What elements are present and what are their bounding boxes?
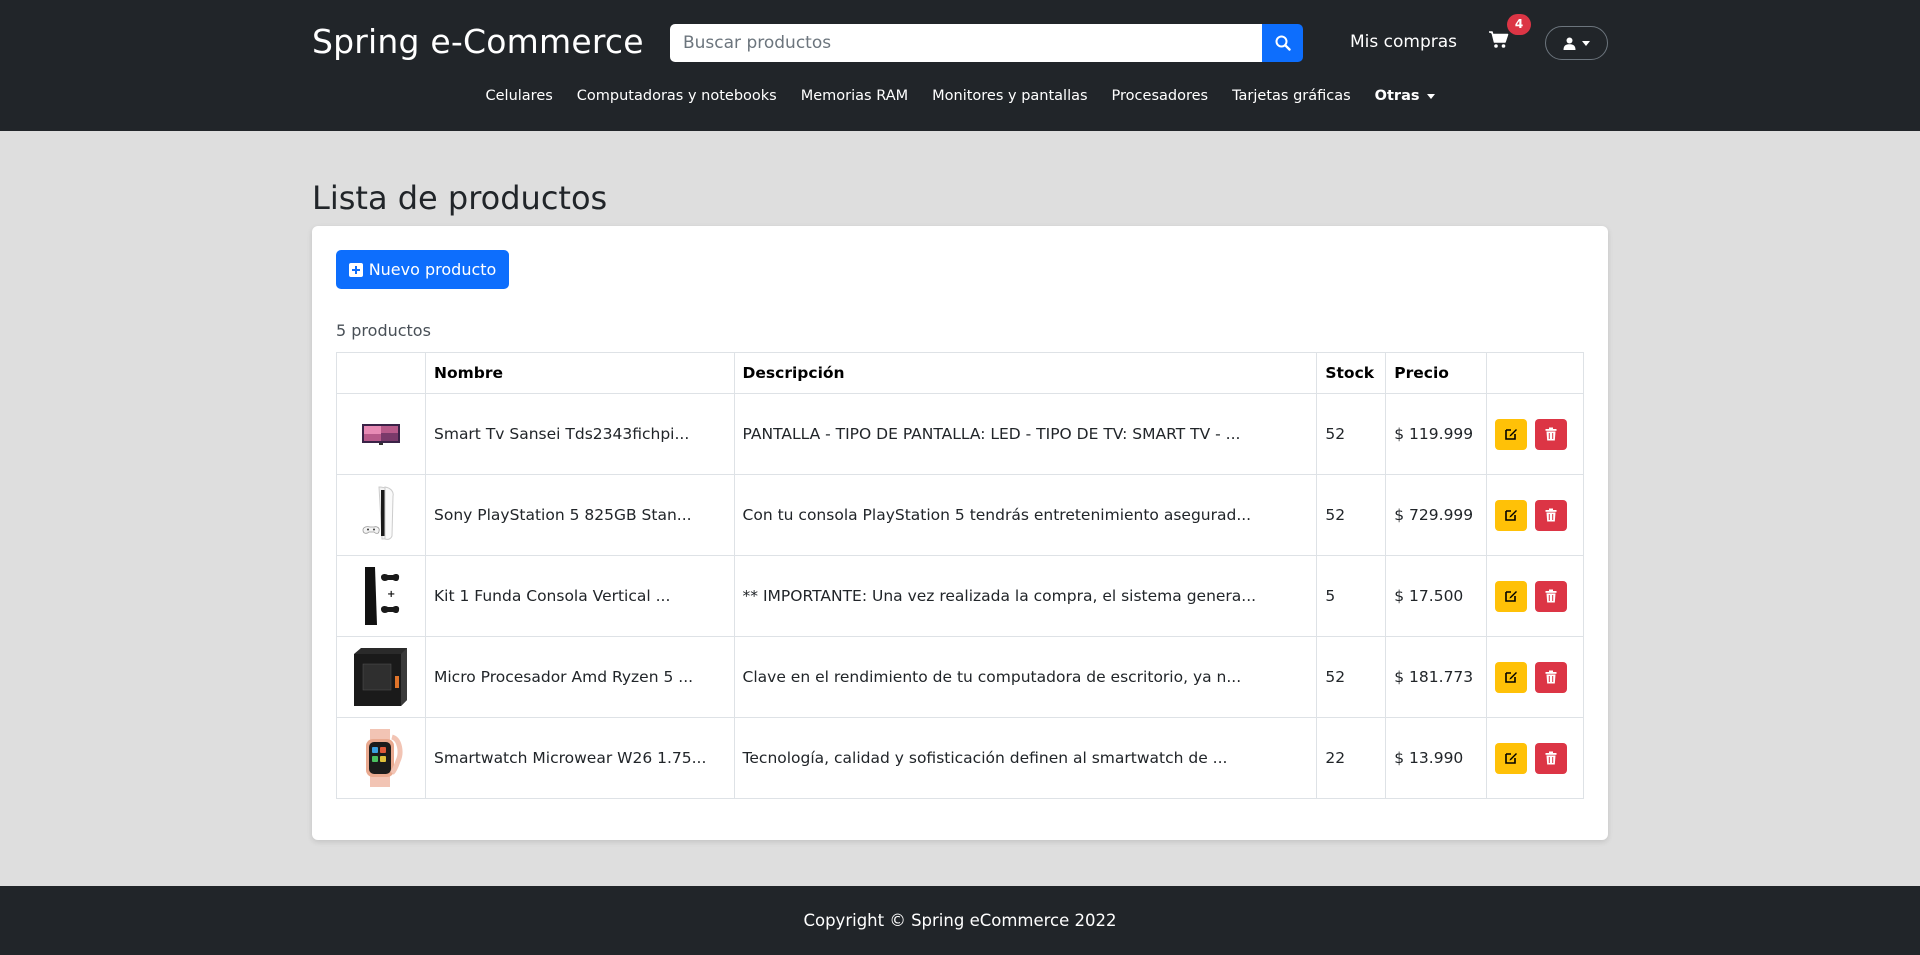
- product-description: Tecnología, calidad y sofisticación defi…: [733, 717, 1318, 799]
- edit-icon: [1505, 591, 1518, 602]
- delete-button[interactable]: [1535, 499, 1568, 531]
- product-name: Kit 1 Funda Consola Vertical ...: [425, 555, 735, 637]
- brand-logo[interactable]: Spring e-Commerce: [312, 20, 644, 64]
- edit-button[interactable]: [1495, 742, 1528, 774]
- delete-button[interactable]: [1535, 580, 1568, 612]
- product-price: $ 729.999: [1385, 474, 1488, 556]
- table-row: Micro Procesador Amd Ryzen 5 ... Clave e…: [336, 636, 1584, 718]
- product-description: PANTALLA - TIPO DE PANTALLA: LED - TIPO …: [733, 393, 1318, 475]
- new-product-label: Nuevo producto: [368, 260, 497, 279]
- search-bar: [670, 24, 1303, 62]
- product-name: Sony PlayStation 5 825GB Stan...: [425, 474, 735, 556]
- header-descripcion: Descripción: [733, 352, 1318, 394]
- cart-button[interactable]: [1488, 30, 1512, 54]
- trash-icon: [1545, 508, 1557, 522]
- playstation-image: [338, 476, 425, 555]
- smartwatch-image: [338, 719, 425, 798]
- delete-button[interactable]: [1535, 661, 1568, 693]
- delete-button[interactable]: [1535, 742, 1568, 774]
- table-row: Smartwatch Microwear W26 1.75... Tecnolo…: [336, 717, 1584, 799]
- edit-icon: [1505, 510, 1518, 521]
- category-otras-label: Otras: [1374, 88, 1420, 104]
- product-name: Micro Procesador Amd Ryzen 5 ...: [425, 636, 735, 718]
- top-navbar: Spring e-Commerce Mis compras 4 Celulare…: [0, 0, 1920, 131]
- product-price: $ 17.500: [1385, 555, 1488, 637]
- product-description: Con tu consola PlayStation 5 tendrás ent…: [733, 474, 1318, 556]
- edit-icon: [1505, 429, 1518, 440]
- header-precio: Precio: [1385, 352, 1488, 394]
- cart-icon: [1489, 31, 1509, 48]
- edit-button[interactable]: [1495, 661, 1528, 693]
- trash-icon: [1545, 589, 1557, 603]
- table-row: + Kit 1 Funda Consola Vertical ... ** IM…: [336, 555, 1584, 637]
- product-stock: 52: [1316, 636, 1387, 718]
- plus-square-icon: [348, 262, 363, 277]
- footer: Copyright © Spring eCommerce 2022: [0, 886, 1920, 955]
- edit-icon: [1505, 672, 1518, 683]
- header-nombre: Nombre: [425, 352, 735, 394]
- header-actions: [1486, 352, 1584, 394]
- copyright-text: Copyright © Spring eCommerce 2022: [803, 911, 1117, 930]
- product-price: $ 13.990: [1385, 717, 1488, 799]
- edit-button[interactable]: [1495, 418, 1528, 450]
- product-stock: 22: [1316, 717, 1387, 799]
- table-header-row: Nombre Descripción Stock Precio: [336, 352, 1584, 394]
- search-input[interactable]: [670, 24, 1262, 62]
- category-computadoras[interactable]: Computadoras y notebooks: [565, 84, 789, 108]
- mis-compras-link[interactable]: Mis compras: [1350, 30, 1457, 54]
- trash-icon: [1545, 751, 1557, 765]
- processor-box-image: [338, 638, 425, 717]
- product-name: Smartwatch Microwear W26 1.75...: [425, 717, 735, 799]
- trash-icon: [1545, 670, 1557, 684]
- table-row: Smart Tv Sansei Tds2343fichpi... PANTALL…: [336, 393, 1584, 475]
- product-price: $ 181.773: [1385, 636, 1488, 718]
- console-case-image: +: [338, 557, 425, 636]
- edit-button[interactable]: [1495, 499, 1528, 531]
- user-icon: [1563, 37, 1576, 50]
- chevron-down-icon: [1426, 93, 1435, 99]
- edit-icon: [1505, 753, 1518, 764]
- search-button[interactable]: [1262, 24, 1303, 62]
- product-description: ** IMPORTANTE: Una vez realizada la comp…: [733, 555, 1318, 637]
- product-price: $ 119.999: [1385, 393, 1488, 475]
- category-celulares[interactable]: Celulares: [474, 84, 565, 108]
- products-card: Nuevo producto 5 productos Nombre Descri…: [312, 226, 1608, 840]
- product-stock: 5: [1316, 555, 1387, 637]
- product-stock: 52: [1316, 474, 1387, 556]
- trash-icon: [1545, 427, 1557, 441]
- category-monitores[interactable]: Monitores y pantallas: [920, 84, 1099, 108]
- header-stock: Stock: [1316, 352, 1387, 394]
- tv-image: [338, 395, 425, 474]
- product-description: Clave en el rendimiento de tu computador…: [733, 636, 1318, 718]
- header-image: [336, 352, 426, 394]
- edit-button[interactable]: [1495, 580, 1528, 612]
- chevron-down-icon: [1582, 40, 1590, 46]
- cart-count-badge: 4: [1507, 14, 1531, 35]
- search-icon: [1275, 35, 1291, 51]
- category-procesadores[interactable]: Procesadores: [1100, 84, 1221, 108]
- products-table: Nombre Descripción Stock Precio Smart Tv…: [336, 352, 1584, 799]
- svg-text:+: +: [387, 589, 395, 600]
- user-menu-button[interactable]: [1545, 26, 1608, 60]
- table-row: Sony PlayStation 5 825GB Stan... Con tu …: [336, 474, 1584, 556]
- product-stock: 52: [1316, 393, 1387, 475]
- delete-button[interactable]: [1535, 418, 1568, 450]
- new-product-button[interactable]: Nuevo producto: [336, 250, 509, 289]
- product-name: Smart Tv Sansei Tds2343fichpi...: [425, 393, 735, 475]
- page-title: Lista de productos: [312, 179, 608, 217]
- category-nav: Celulares Computadoras y notebooks Memor…: [0, 84, 1920, 108]
- category-tarjetas-graficas[interactable]: Tarjetas gráficas: [1220, 84, 1363, 108]
- category-memorias-ram[interactable]: Memorias RAM: [789, 84, 920, 108]
- product-count: 5 productos: [336, 321, 431, 340]
- category-otras-dropdown[interactable]: Otras: [1363, 84, 1447, 108]
